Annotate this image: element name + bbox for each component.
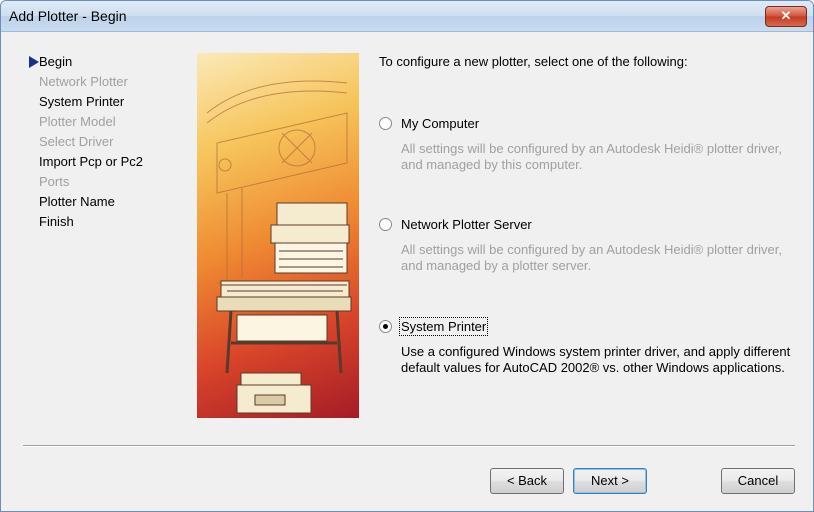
step-finish: Finish <box>25 212 185 232</box>
step-import-pcp: Import Pcp or Pc2 <box>25 152 185 172</box>
step-system-printer: System Printer <box>25 92 185 112</box>
step-begin: Begin <box>25 52 185 72</box>
my-computer-radio[interactable] <box>379 117 392 130</box>
my-computer-label[interactable]: My Computer <box>401 116 479 131</box>
cancel-button[interactable]: Cancel <box>721 468 795 494</box>
step-label: Plotter Model <box>39 114 116 129</box>
system-printer-label[interactable]: System Printer <box>398 317 489 336</box>
step-label: Import Pcp or Pc2 <box>39 154 144 169</box>
step-label: Select Driver <box>39 134 114 149</box>
plotter-artwork-icon <box>206 80 352 414</box>
back-button[interactable]: < Back <box>490 468 564 494</box>
close-button[interactable]: ✕ <box>765 6 807 27</box>
plotter-illustration <box>197 53 359 418</box>
network-plotter-server-label[interactable]: Network Plotter Server <box>401 217 532 232</box>
step-label: Ports <box>39 174 70 189</box>
dialog-body: Begin Network Plotter System Printer Plo… <box>1 32 813 511</box>
next-button[interactable]: Next > <box>573 468 647 494</box>
network-plotter-server-description: All settings will be configured by an Au… <box>401 242 782 273</box>
title-bar[interactable]: Add Plotter - Begin ✕ <box>1 1 813 32</box>
my-computer-description: All settings will be configured by an Au… <box>401 141 782 172</box>
footer-separator <box>23 445 795 447</box>
step-plotter-name: Plotter Name <box>25 192 185 212</box>
system-printer-description: Use a configured Windows system printer … <box>401 344 791 375</box>
step-label: Finish <box>39 214 74 229</box>
step-select-driver: Select Driver <box>25 132 185 152</box>
current-step-arrow-icon <box>29 56 39 68</box>
step-ports: Ports <box>25 172 185 192</box>
step-label: System Printer <box>39 94 125 109</box>
window-title: Add Plotter - Begin <box>9 8 127 24</box>
step-label: Plotter Name <box>39 194 115 209</box>
step-label: Network Plotter <box>39 74 128 89</box>
instruction-text: To configure a new plotter, select one o… <box>379 54 688 69</box>
options-pane: To configure a new plotter, select one o… <box>379 54 799 375</box>
system-printer-radio[interactable] <box>379 320 392 333</box>
step-plotter-model: Plotter Model <box>25 112 185 132</box>
network-plotter-server-radio[interactable] <box>379 218 392 231</box>
step-network-plotter: Network Plotter <box>25 72 185 92</box>
add-plotter-dialog: Add Plotter - Begin ✕ Begin Network Plot… <box>0 0 814 512</box>
step-label: Begin <box>39 54 73 69</box>
wizard-steps: Begin Network Plotter System Printer Plo… <box>25 52 185 232</box>
